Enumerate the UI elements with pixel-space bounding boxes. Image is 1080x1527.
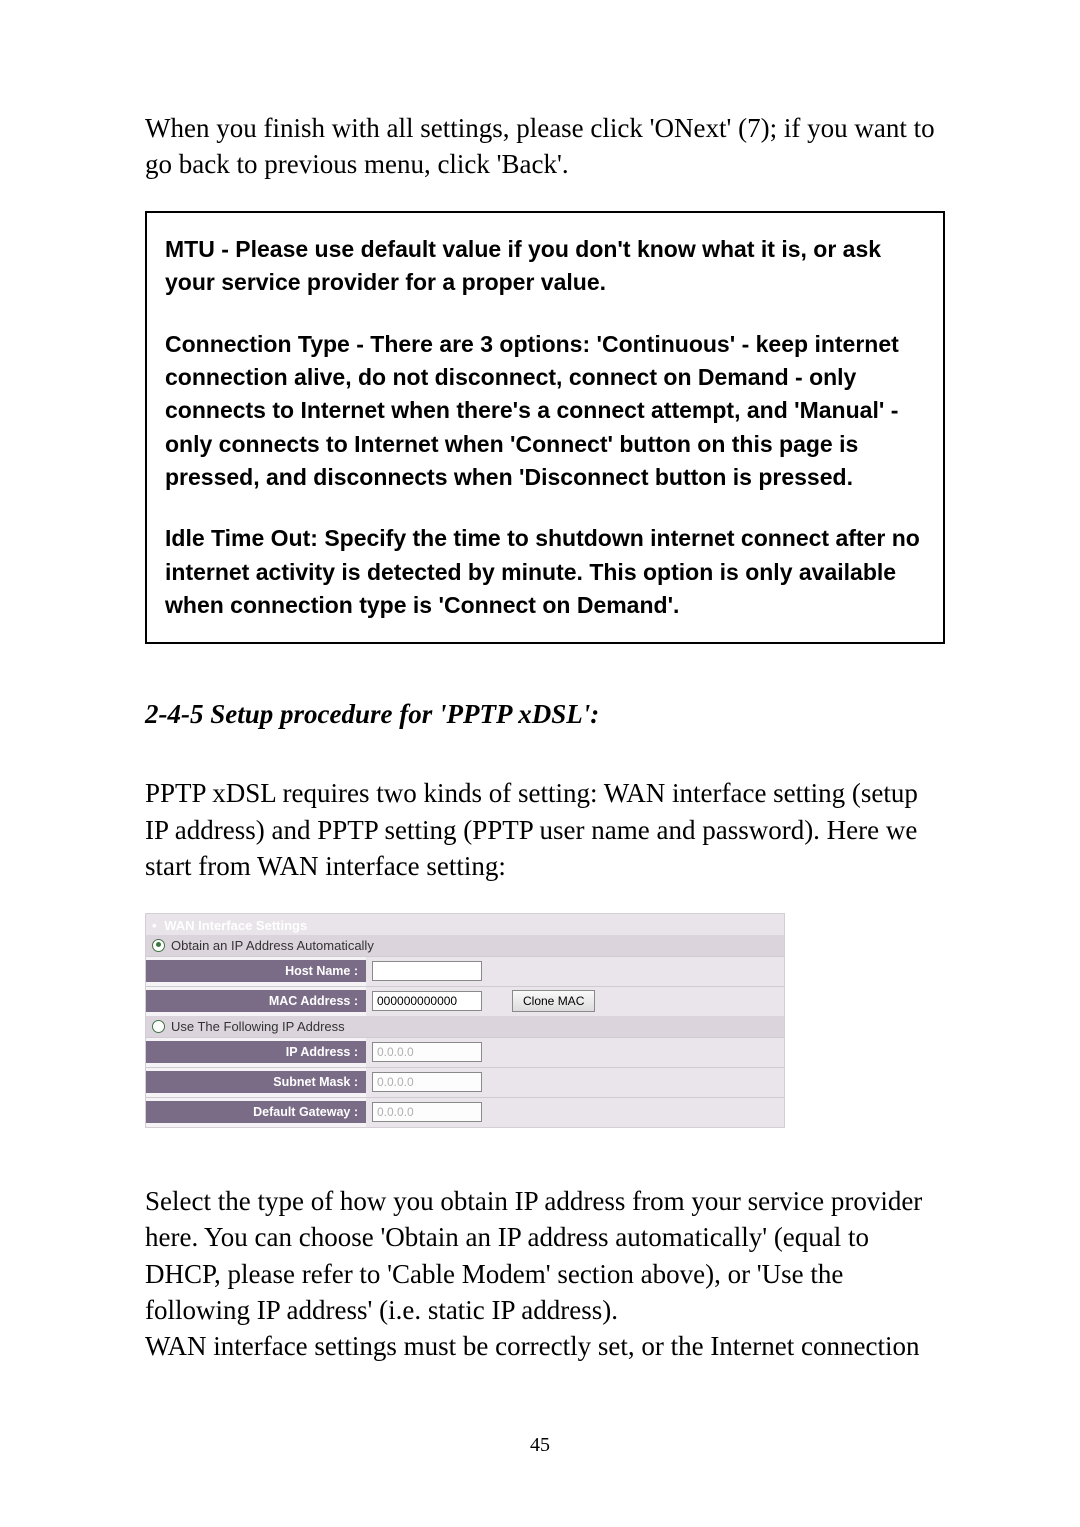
label-mac-address: MAC Address : <box>146 990 366 1012</box>
row-ip-address: IP Address : <box>146 1037 784 1067</box>
radio-row-auto[interactable]: Obtain an IP Address Automatically <box>146 935 784 956</box>
page-number: 45 <box>0 1434 1080 1457</box>
note-connection-type: Connection Type - There are 3 options: '… <box>165 328 925 495</box>
input-ip-address <box>372 1042 482 1062</box>
radio-static-icon[interactable] <box>152 1020 165 1033</box>
screenshot-header-label: WAN Interface Settings <box>164 918 307 933</box>
intro-paragraph: When you finish with all settings, pleas… <box>145 110 945 183</box>
section-heading: 2-4-5 Setup procedure for 'PPTP xDSL': <box>145 699 945 730</box>
row-host-name: Host Name : <box>146 956 784 986</box>
note-box: MTU - Please use default value if you do… <box>145 211 945 644</box>
note-idle-timeout: Idle Time Out: Specify the time to shutd… <box>165 522 925 622</box>
label-ip-address: IP Address : <box>146 1041 366 1063</box>
row-subnet-mask: Subnet Mask : <box>146 1067 784 1097</box>
note-mtu: MTU - Please use default value if you do… <box>165 233 925 300</box>
screenshot-header: • WAN Interface Settings <box>146 914 784 935</box>
field-mac-address: Clone MAC <box>366 987 784 1016</box>
document-page: When you finish with all settings, pleas… <box>0 0 1080 1527</box>
label-host-name: Host Name : <box>146 960 366 982</box>
input-subnet-mask <box>372 1072 482 1092</box>
radio-auto-icon[interactable] <box>152 939 165 952</box>
radio-auto-label: Obtain an IP Address Automatically <box>171 938 374 953</box>
input-host-name[interactable] <box>372 961 482 981</box>
row-mac-address: MAC Address : Clone MAC <box>146 986 784 1016</box>
input-mac-address[interactable] <box>372 991 482 1011</box>
field-subnet-mask <box>366 1068 784 1097</box>
row-default-gateway: Default Gateway : <box>146 1097 784 1127</box>
radio-static-label: Use The Following IP Address <box>171 1019 345 1034</box>
field-ip-address <box>366 1038 784 1067</box>
input-default-gateway <box>372 1102 482 1122</box>
field-host-name <box>366 957 784 986</box>
radio-row-static[interactable]: Use The Following IP Address <box>146 1016 784 1037</box>
label-subnet-mask: Subnet Mask : <box>146 1071 366 1093</box>
after-paragraph-2: WAN interface settings must be correctly… <box>145 1328 945 1364</box>
clone-mac-button[interactable]: Clone MAC <box>512 990 595 1012</box>
label-default-gateway: Default Gateway : <box>146 1101 366 1123</box>
wan-interface-screenshot: • WAN Interface Settings Obtain an IP Ad… <box>145 913 785 1128</box>
field-default-gateway <box>366 1098 784 1127</box>
bullet-icon: • <box>152 918 157 933</box>
pptp-intro-paragraph: PPTP xDSL requires two kinds of setting:… <box>145 775 945 884</box>
after-paragraph-1: Select the type of how you obtain IP add… <box>145 1183 945 1329</box>
